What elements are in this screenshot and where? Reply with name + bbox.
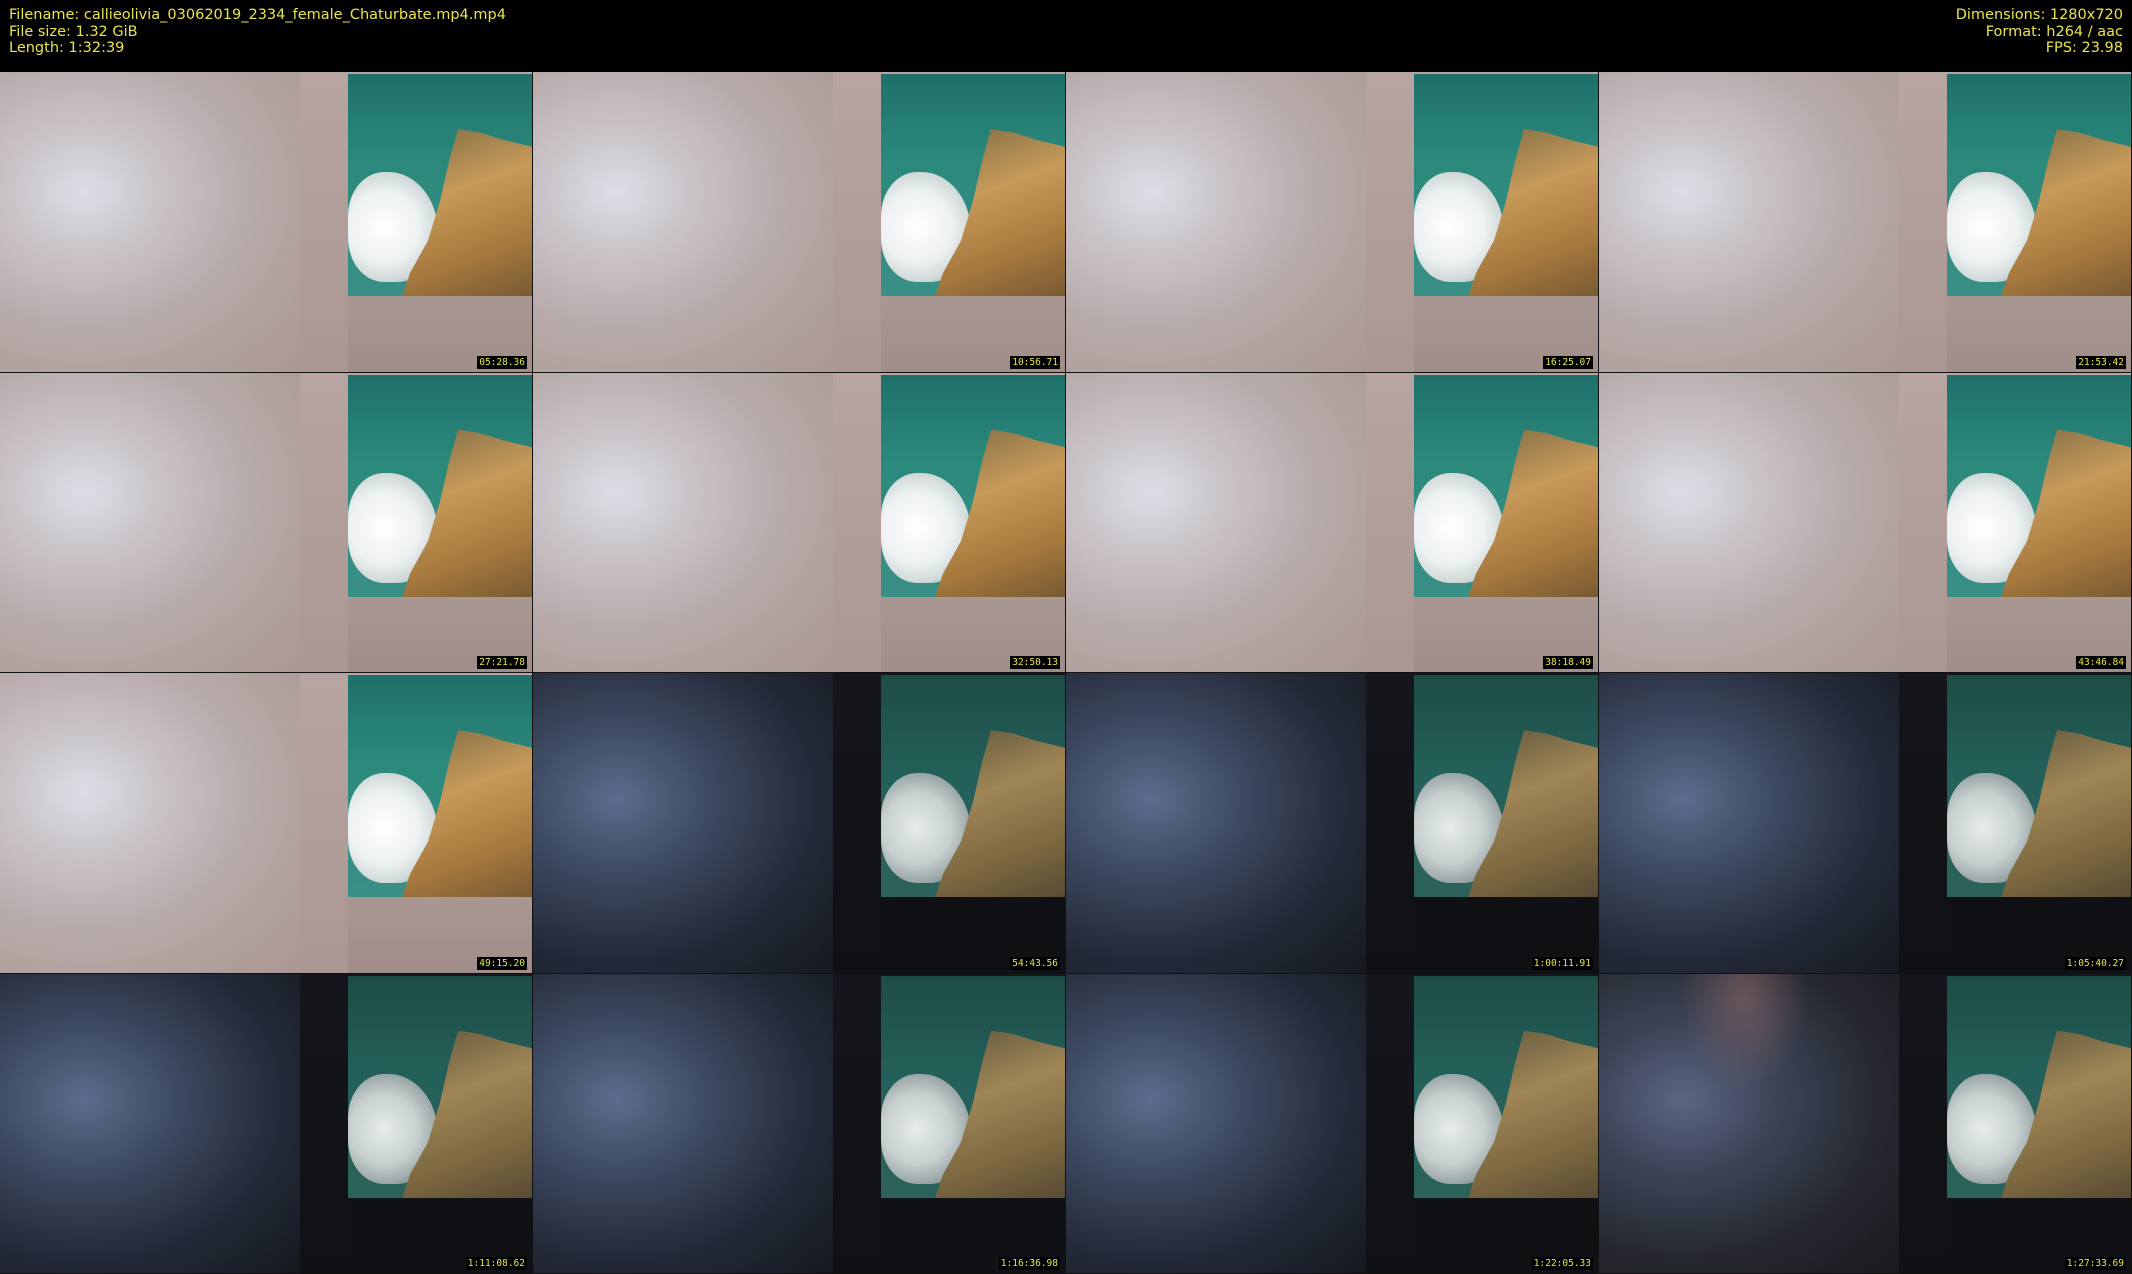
thumbnail-frame <box>0 372 532 673</box>
file-size-label: File size: 1.32 GiB <box>9 23 138 40</box>
coastal-picture <box>881 675 1065 897</box>
coastal-picture <box>348 74 532 296</box>
coastal-picture <box>1947 74 2131 296</box>
video-thumbnail[interactable]: 1:11:08.62 <box>0 973 533 1274</box>
coastal-picture <box>881 374 1065 597</box>
thumbnail-timestamp: 1:22:05.33 <box>1531 1257 1593 1270</box>
thumbnail-timestamp: 49:15.20 <box>477 956 527 970</box>
video-thumbnail[interactable]: 21:53.42 <box>1599 72 2132 373</box>
coastal-picture <box>881 74 1065 296</box>
thumbnail-timestamp: 38:18.49 <box>1543 656 1593 669</box>
wall-left <box>1066 973 1366 1273</box>
thumbnail-timestamp: 21:53.42 <box>2076 355 2126 369</box>
video-thumbnail[interactable]: 54:43.56 <box>533 673 1066 974</box>
thumbnail-timestamp: 1:05:40.27 <box>2064 956 2126 970</box>
thumbnail-frame <box>0 973 532 1274</box>
wall-left <box>1066 673 1366 973</box>
wall-left <box>533 973 833 1273</box>
thumbnail-frame <box>533 372 1065 673</box>
video-thumbnail[interactable]: 27:21.78 <box>0 372 533 673</box>
video-thumbnail[interactable]: 38:18.49 <box>1066 372 1599 673</box>
thumbnail-frame <box>1599 72 2131 372</box>
wall-left <box>533 673 833 973</box>
thumbnail-frame <box>533 72 1065 372</box>
thumbnail-frame <box>533 673 1065 973</box>
thumbnail-timestamp: 16:25.07 <box>1543 355 1593 369</box>
wall-left <box>0 372 300 672</box>
thumbnail-timestamp: 05:28.36 <box>477 355 527 369</box>
wall-left <box>1599 72 1899 372</box>
thumbnail-timestamp: 1:11:08.62 <box>465 1257 527 1270</box>
video-thumbnail[interactable]: 1:05:40.27 <box>1599 673 2132 974</box>
coastal-picture <box>348 975 532 1198</box>
coastal-picture <box>348 675 532 897</box>
file-info-right: Dimensions: 1280x720 Format: h264 / aac … <box>1956 7 2123 57</box>
fps-label: FPS: 23.98 <box>2045 40 2123 56</box>
thumbnail-frame <box>1066 372 1598 673</box>
filename-label: Filename: callieolivia_03062019_2334_fem… <box>9 7 506 23</box>
coastal-picture <box>1414 374 1598 597</box>
video-thumbnail[interactable]: 05:28.36 <box>0 72 533 373</box>
coastal-picture <box>348 374 532 597</box>
thumbnail-frame <box>1599 372 2131 673</box>
thumbnail-frame <box>1599 973 2131 1274</box>
video-thumbnail[interactable]: 1:00:11.91 <box>1066 673 1599 974</box>
thumbnail-timestamp: 1:00:11.91 <box>1531 956 1593 970</box>
video-thumbnail[interactable]: 43:46.84 <box>1599 372 2132 673</box>
coastal-picture <box>1947 374 2131 597</box>
thumbnail-frame <box>0 72 532 372</box>
file-info-left: Filename: callieolivia_03062019_2334_fem… <box>9 7 506 57</box>
coastal-picture <box>1414 675 1598 897</box>
thumbnail-grid: 05:28.36 10:56.71 16:25.07 21:53.42 27:21.78… <box>0 72 2132 1274</box>
coastal-picture <box>881 975 1065 1198</box>
video-thumbnail[interactable]: 49:15.20 <box>0 673 533 974</box>
wall-left <box>0 72 300 372</box>
video-thumbnail[interactable]: 32:50.13 <box>533 372 1066 673</box>
wall-left <box>1066 372 1366 672</box>
wall-left <box>1599 372 1899 672</box>
thumbnail-frame <box>1066 973 1598 1274</box>
video-thumbnail[interactable]: 16:25.07 <box>1066 72 1599 373</box>
video-thumbnail[interactable]: 10:56.71 <box>533 72 1066 373</box>
thumbnail-frame <box>0 673 532 973</box>
dimensions-label: Dimensions: 1280x720 <box>1955 7 2123 23</box>
video-thumbnail[interactable]: 1:22:05.33 <box>1066 973 1599 1274</box>
video-thumbnail[interactable]: 1:27:33.69 <box>1599 973 2132 1274</box>
wall-left <box>533 372 833 672</box>
contact-sheet-header: Filename: callieolivia_03062019_2334_fem… <box>0 0 2132 72</box>
wall-left <box>1599 673 1899 973</box>
thumbnail-timestamp: 1:27:33.69 <box>2064 1257 2126 1270</box>
thumbnail-timestamp: 10:56.71 <box>1010 355 1060 369</box>
thumbnail-timestamp: 27:21.78 <box>477 656 527 669</box>
thumbnail-frame <box>1599 673 2131 973</box>
length-label: Length: 1:32:39 <box>9 40 125 56</box>
wall-left <box>0 973 300 1273</box>
thumbnail-timestamp: 43:46.84 <box>2076 656 2126 669</box>
wall-left <box>0 673 300 973</box>
thumbnail-frame <box>1066 673 1598 973</box>
wall-left <box>533 72 833 372</box>
video-thumbnail[interactable]: 1:16:36.98 <box>533 973 1066 1274</box>
coastal-picture <box>1947 675 2131 897</box>
coastal-picture <box>1414 74 1598 296</box>
wall-left <box>1066 72 1366 372</box>
thumbnail-frame <box>1066 72 1598 372</box>
coastal-picture <box>1947 975 2131 1198</box>
format-label: Format: h264 / aac <box>1985 23 2123 40</box>
thumbnail-timestamp: 1:16:36.98 <box>998 1257 1060 1270</box>
color-tint <box>1679 973 1809 1094</box>
thumbnail-frame <box>533 973 1065 1274</box>
thumbnail-timestamp: 32:50.13 <box>1010 656 1060 669</box>
coastal-picture <box>1414 975 1598 1198</box>
thumbnail-timestamp: 54:43.56 <box>1010 956 1060 970</box>
